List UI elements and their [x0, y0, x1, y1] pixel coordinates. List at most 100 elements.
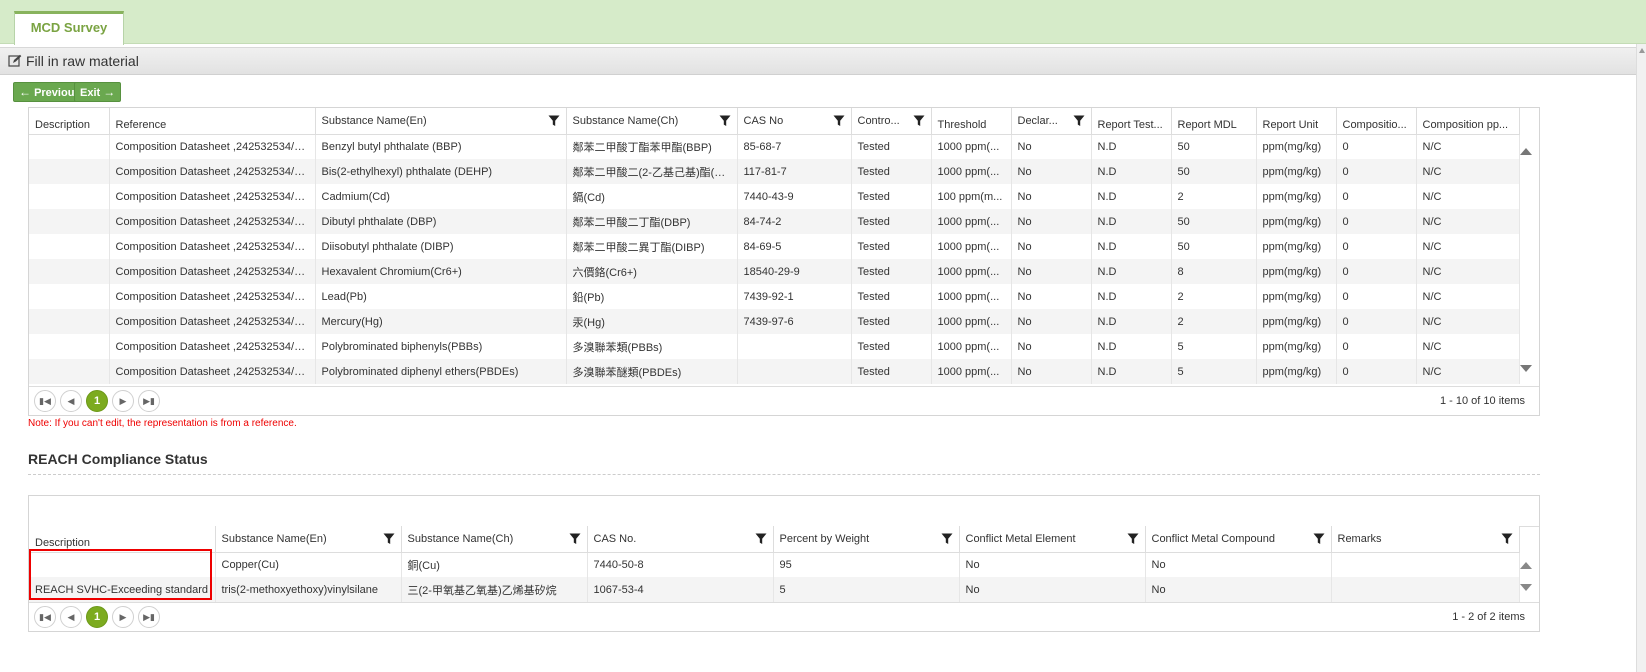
table-row[interactable]: Composition Datasheet ,242532534/Pl... Ca… [29, 184, 1520, 209]
last-page-button[interactable]: ▶▮ [138, 390, 160, 412]
cell-contro: Tested [851, 234, 932, 259]
column-header-contro[interactable]: Contro... [851, 108, 932, 135]
cell-substance-name-en: Polybrominated biphenyls(PBBs) [315, 334, 567, 359]
column-header-substance-name-en[interactable]: Substance Name(En) [215, 526, 402, 553]
column-header-description[interactable]: Description [29, 526, 216, 553]
filter-icon[interactable] [833, 115, 845, 127]
cell-substance-name-ch: 銅(Cu) [401, 552, 588, 577]
table-row[interactable]: Composition Datasheet ,242532534/Pl... Bi… [29, 159, 1520, 184]
table-row[interactable]: Composition Datasheet ,242532534/Pl... Di… [29, 234, 1520, 259]
table-row[interactable]: Copper(Cu) 銅(Cu) 7440-50-8 95 No No [29, 552, 1520, 577]
next-page-button[interactable]: ▶ [112, 390, 134, 412]
filter-icon[interactable] [569, 533, 581, 545]
scroll-up-icon[interactable] [1639, 48, 1645, 53]
filter-icon[interactable] [941, 533, 953, 545]
first-page-button[interactable]: ▮◀ [34, 390, 56, 412]
column-header-reference[interactable]: Reference [109, 108, 316, 135]
page-current[interactable]: 1 [86, 390, 108, 412]
scroll-up-icon[interactable] [1519, 560, 1533, 570]
panel-title-bar: Fill in raw material [0, 47, 1646, 75]
filter-icon[interactable] [1501, 533, 1513, 545]
filter-icon[interactable] [719, 115, 731, 127]
reference-link[interactable]: Composition Datasheet ,242532534/Pl... [109, 284, 316, 309]
cell-declar: No [1011, 334, 1092, 359]
next-page-button[interactable]: ▶ [112, 606, 134, 628]
column-header-composition-pp[interactable]: Composition pp... [1416, 108, 1520, 135]
column-header-percent-by-weight[interactable]: Percent by Weight [773, 526, 960, 553]
column-header-cas-no[interactable]: CAS No. [587, 526, 774, 553]
reference-link[interactable]: Composition Datasheet ,242532534/Pl... [109, 134, 316, 159]
cell-report-unit: ppm(mg/kg) [1256, 334, 1337, 359]
last-page-button[interactable]: ▶▮ [138, 606, 160, 628]
cell-cas-no: 7439-92-1 [737, 284, 852, 309]
filter-icon[interactable] [383, 533, 395, 545]
column-header-conflict-metal-element[interactable]: Conflict Metal Element [959, 526, 1146, 553]
filter-icon[interactable] [755, 533, 767, 545]
cell-composition-pp: N/C [1416, 184, 1520, 209]
reference-link[interactable]: Composition Datasheet ,242532534/Pl... [109, 359, 316, 384]
column-header-remarks[interactable]: Remarks [1331, 526, 1520, 553]
reference-link[interactable]: Composition Datasheet ,242532534/Pl... [109, 184, 316, 209]
table-row[interactable]: Composition Datasheet ,242532534/Pl... Di… [29, 209, 1520, 234]
column-header-cas-no[interactable]: CAS No [737, 108, 852, 135]
table-row[interactable]: Composition Datasheet ,242532534/Pl... Be… [29, 134, 1520, 159]
cell-substance-name-en: Bis(2-ethylhexyl) phthalate (DEHP) [315, 159, 567, 184]
cell-report-test: N.D [1091, 259, 1172, 284]
column-header-substance-name-ch[interactable]: Substance Name(Ch) [401, 526, 588, 553]
cell-threshold: 1000 ppm(... [931, 259, 1012, 284]
reference-link[interactable]: Composition Datasheet ,242532534/Pl... [109, 334, 316, 359]
reference-link[interactable]: Composition Datasheet ,242532534/Pl... [109, 309, 316, 334]
filter-icon[interactable] [548, 115, 560, 127]
exit-button[interactable]: Exit → [74, 82, 122, 102]
table-row[interactable]: Composition Datasheet ,242532534/Pl... Me… [29, 309, 1520, 334]
cell-substance-name-en: tris(2-methoxyethoxy)vinylsilane [215, 577, 402, 602]
scroll-up-icon[interactable] [1519, 146, 1533, 156]
reference-link[interactable]: Composition Datasheet ,242532534/Pl... [109, 159, 316, 184]
column-header-declar[interactable]: Declar... [1011, 108, 1092, 135]
cell-cas-no [737, 334, 852, 359]
cell-report-test: N.D [1091, 309, 1172, 334]
reference-link[interactable]: Composition Datasheet ,242532534/Pl... [109, 259, 316, 284]
scroll-down-icon[interactable] [1519, 583, 1533, 593]
cell-compositio: 0 [1336, 334, 1417, 359]
cell-composition-pp: N/C [1416, 159, 1520, 184]
cell-composition-pp: N/C [1416, 359, 1520, 384]
filter-icon[interactable] [913, 115, 925, 127]
prev-page-button[interactable]: ◀ [60, 606, 82, 628]
first-page-button[interactable]: ▮◀ [34, 606, 56, 628]
filter-icon[interactable] [1127, 533, 1139, 545]
table-row[interactable]: Composition Datasheet ,242532534/Pl... Po… [29, 334, 1520, 359]
filter-icon[interactable] [1073, 115, 1085, 127]
cell-description [29, 284, 110, 309]
reference-link[interactable]: Composition Datasheet ,242532534/Pl... [109, 209, 316, 234]
cell-threshold: 1000 ppm(... [931, 284, 1012, 309]
column-header-substance-name-ch[interactable]: Substance Name(Ch) [566, 108, 738, 135]
reference-link[interactable]: Composition Datasheet ,242532534/Pl... [109, 234, 316, 259]
column-header-substance-name-en[interactable]: Substance Name(En) [315, 108, 567, 135]
cell-compositio: 0 [1336, 184, 1417, 209]
column-header-report-test[interactable]: Report Test... [1091, 108, 1172, 135]
cell-description [29, 309, 110, 334]
prev-page-button[interactable]: ◀ [60, 390, 82, 412]
cell-conflict-metal-element: No [959, 577, 1146, 602]
cell-declar: No [1011, 184, 1092, 209]
cell-threshold: 1000 ppm(... [931, 159, 1012, 184]
cell-substance-name-en: Polybrominated diphenyl ethers(PBDEs) [315, 359, 567, 384]
table-row[interactable]: Composition Datasheet ,242532534/Pl... He… [29, 259, 1520, 284]
column-header-description[interactable]: Description [29, 108, 110, 135]
scroll-down-icon[interactable] [1519, 364, 1533, 374]
tab-mcd-survey[interactable]: MCD Survey [14, 11, 124, 45]
column-header-conflict-metal-compound[interactable]: Conflict Metal Compound [1145, 526, 1332, 553]
table-row[interactable]: Composition Datasheet ,242532534/Pl... Po… [29, 359, 1520, 384]
cell-compositio: 0 [1336, 359, 1417, 384]
column-header-report-mdl[interactable]: Report MDL [1171, 108, 1257, 135]
page-current[interactable]: 1 [86, 606, 108, 628]
table-row[interactable]: Composition Datasheet ,242532534/Pl... Le… [29, 284, 1520, 309]
column-header-compositio[interactable]: Compositio... [1336, 108, 1417, 135]
column-header-threshold[interactable]: Threshold [931, 108, 1012, 135]
column-header-report-unit[interactable]: Report Unit [1256, 108, 1337, 135]
page-scrollbar[interactable] [1636, 44, 1646, 672]
table-row[interactable]: REACH SVHC-Exceeding standard tris(2-meth… [29, 577, 1520, 602]
filter-icon[interactable] [1313, 533, 1325, 545]
cell-compositio: 0 [1336, 159, 1417, 184]
